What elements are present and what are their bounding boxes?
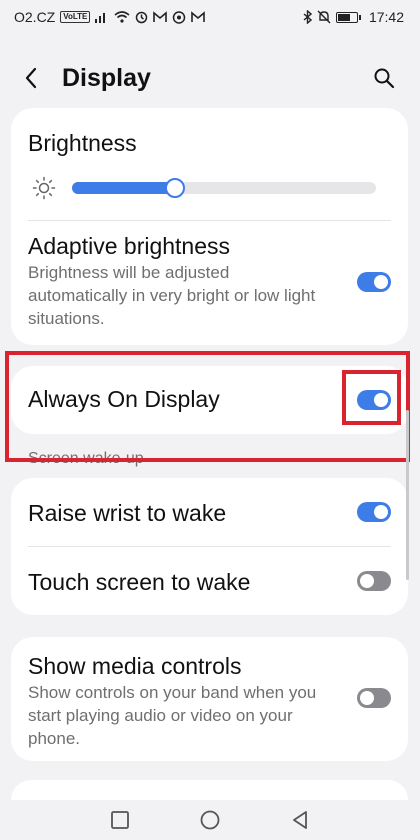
search-icon[interactable] bbox=[372, 66, 396, 90]
touch-screen-title: Touch screen to wake bbox=[28, 569, 251, 595]
raise-wrist-row[interactable]: Raise wrist to wake bbox=[11, 478, 408, 546]
signal-icon bbox=[95, 13, 106, 23]
mute-icon bbox=[317, 10, 331, 24]
sync-icon bbox=[136, 11, 148, 23]
always-on-display-title: Always On Display bbox=[28, 386, 220, 412]
raise-wrist-toggle[interactable] bbox=[357, 502, 391, 522]
page-title: Display bbox=[62, 63, 151, 92]
status-left: O2.CZ VoLTE bbox=[14, 9, 206, 25]
screen-wake-up-card: Raise wrist to wake Touch screen to wake bbox=[11, 478, 408, 615]
adaptive-brightness-title: Adaptive brightness bbox=[28, 233, 231, 259]
adaptive-brightness-row[interactable]: Adaptive brightness Brightness will be a… bbox=[11, 221, 408, 345]
next-card[interactable] bbox=[11, 780, 408, 800]
bluetooth-icon bbox=[303, 10, 312, 24]
chevron-left-icon[interactable] bbox=[24, 66, 48, 90]
adaptive-brightness-description: Brightness will be adjusted automaticall… bbox=[28, 263, 316, 328]
section-header-screen-wake-up: Screen wake-up bbox=[28, 450, 144, 467]
battery-icon bbox=[335, 11, 361, 23]
app-icon bbox=[173, 10, 186, 24]
back-triangle-icon[interactable] bbox=[289, 809, 311, 831]
app-bar: Display bbox=[0, 56, 420, 100]
brightness-slider-thumb[interactable] bbox=[165, 178, 186, 198]
always-on-display-card[interactable]: Always On Display bbox=[11, 366, 408, 434]
adaptive-brightness-toggle[interactable] bbox=[357, 272, 391, 292]
status-right: 17:42 bbox=[303, 9, 404, 25]
clock: 17:42 bbox=[368, 9, 404, 25]
scrollbar[interactable] bbox=[406, 410, 409, 580]
media-controls-description: Show controls on your band when you star… bbox=[28, 683, 317, 748]
status-bar: O2.CZ VoLTE 17:42 bbox=[0, 0, 420, 34]
raise-wrist-title: Raise wrist to wake bbox=[28, 500, 227, 526]
media-controls-title: Show media controls bbox=[28, 653, 242, 679]
brightness-slider-fill bbox=[72, 182, 176, 194]
brightness-card: Brightness Adaptive brightness Brightnes… bbox=[11, 108, 408, 345]
media-controls-card[interactable]: Show media controls Show controls on you… bbox=[11, 637, 408, 761]
recents-square-icon[interactable] bbox=[109, 809, 131, 831]
wifi-icon bbox=[114, 11, 130, 23]
carrier-label: O2.CZ bbox=[14, 9, 56, 25]
navigation-bar bbox=[0, 800, 420, 840]
brightness-title: Brightness bbox=[28, 130, 137, 156]
home-circle-icon[interactable] bbox=[199, 809, 221, 831]
sun-icon bbox=[32, 176, 56, 200]
volte-badge: VoLTE bbox=[60, 11, 91, 23]
media-controls-toggle[interactable] bbox=[357, 688, 391, 708]
brightness-row: Brightness bbox=[11, 108, 408, 218]
brightness-slider[interactable] bbox=[72, 178, 376, 198]
touch-screen-row[interactable]: Touch screen to wake bbox=[11, 547, 408, 615]
mail-icon-2 bbox=[191, 11, 206, 22]
always-on-display-toggle[interactable] bbox=[357, 390, 391, 410]
mail-icon bbox=[153, 11, 168, 22]
touch-screen-toggle[interactable] bbox=[357, 571, 391, 591]
